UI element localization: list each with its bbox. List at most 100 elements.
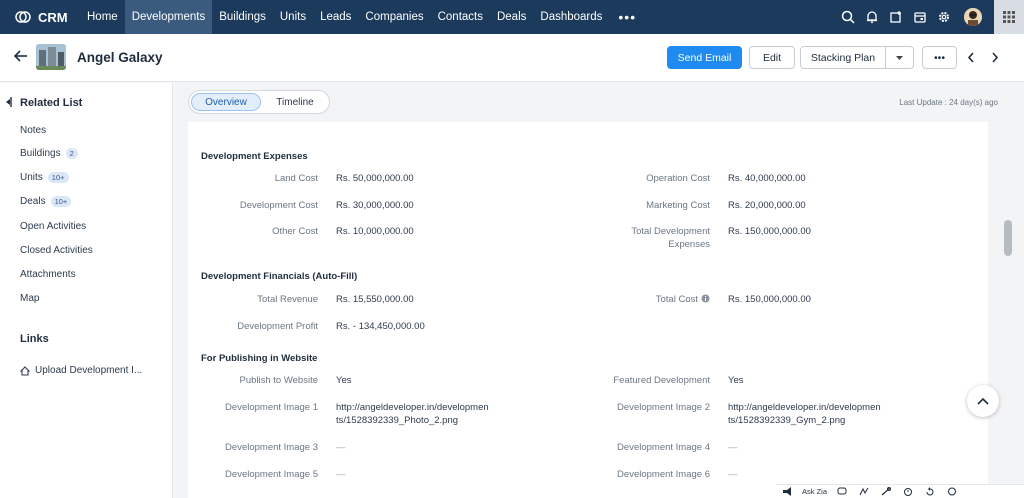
tab-overview[interactable]: Overview: [191, 93, 261, 111]
scrollbar-thumb[interactable]: [1004, 220, 1012, 256]
nav-contacts[interactable]: Contacts: [431, 0, 490, 34]
sidebar-item-deals[interactable]: Deals 10+: [20, 196, 72, 207]
avatar[interactable]: [964, 8, 982, 26]
edit-button[interactable]: Edit: [749, 46, 795, 69]
operation-cost-value[interactable]: Rs. 40,000,000.00: [728, 172, 806, 185]
field-label: Total Development: [631, 226, 710, 237]
calendar-icon[interactable]: [908, 0, 932, 34]
development-image-3-value[interactable]: —: [336, 441, 346, 454]
development-image-1-link[interactable]: ts/1528392339_Photo_2.png: [336, 414, 458, 427]
search-icon[interactable]: [836, 0, 860, 34]
marketing-cost-value[interactable]: Rs. 20,000,000.00: [728, 199, 806, 212]
count-badge: 10+: [47, 172, 69, 183]
featured-development-value[interactable]: Yes: [728, 374, 744, 387]
other-cost-value[interactable]: Rs. 10,000,000.00: [336, 225, 414, 238]
sidebar-item-map[interactable]: Map: [20, 293, 39, 304]
collapse-sidebar-icon[interactable]: [6, 97, 12, 107]
sidebar-item-notes[interactable]: Notes: [20, 125, 46, 136]
back-arrow-icon[interactable]: [14, 50, 28, 62]
tabs-strip: Overview Timeline Last Update : 24 day(s…: [174, 83, 1024, 122]
development-image-2-link[interactable]: ts/1528392339_Gym_2.png: [728, 414, 845, 427]
tools-icon[interactable]: [875, 485, 897, 498]
send-email-button[interactable]: Send Email: [667, 46, 742, 69]
view-tabs: Overview Timeline: [188, 90, 330, 114]
chat-icon[interactable]: [831, 485, 853, 498]
section-title-expenses: Development Expenses: [201, 151, 308, 162]
link-label: Upload Development I...: [35, 365, 143, 376]
clock-icon[interactable]: [941, 485, 963, 498]
field-label: Development Image 3: [225, 442, 318, 453]
gear-icon[interactable]: [932, 0, 956, 34]
sidebar-item-closed-activities[interactable]: Closed Activities: [20, 245, 93, 256]
bell-icon[interactable]: [860, 0, 884, 34]
field-label: Development Image 5: [225, 469, 318, 480]
tab-timeline[interactable]: Timeline: [263, 93, 327, 111]
signal-icon[interactable]: [853, 485, 875, 498]
publish-to-website-value[interactable]: Yes: [336, 374, 352, 387]
field-label: Development Profit: [237, 321, 318, 332]
more-actions-button[interactable]: •••: [922, 46, 957, 69]
field-label: Operation Cost: [646, 173, 710, 184]
field-label: Development Image 1: [225, 402, 318, 413]
link-upload-development[interactable]: Upload Development I...: [20, 365, 142, 376]
nav-leads[interactable]: Leads: [313, 0, 358, 34]
sidebar-item-label: Notes: [20, 125, 47, 136]
field-label: Development Image 2: [617, 402, 710, 413]
count-badge: 10+: [50, 196, 72, 207]
development-image-4-value[interactable]: —: [728, 441, 738, 454]
sidebar-item-label: Buildings: [20, 148, 61, 159]
next-record-icon[interactable]: [991, 52, 999, 63]
sidebar-item-buildings[interactable]: Buildings 2: [20, 148, 78, 159]
scroll-to-top-button[interactable]: [967, 385, 999, 417]
megaphone-icon[interactable]: [776, 485, 798, 498]
sidebar-item-attachments[interactable]: Attachments: [20, 269, 76, 280]
nav-companies[interactable]: Companies: [358, 0, 430, 34]
related-list-title: Related List: [20, 97, 83, 109]
sidebar-item-label: Open Activities: [20, 221, 87, 232]
history-icon[interactable]: [919, 485, 941, 498]
development-image-6-value[interactable]: —: [728, 468, 738, 481]
nav-more-button[interactable]: •••: [609, 9, 645, 25]
record-title: Angel Galaxy: [77, 50, 163, 65]
sidebar-item-open-activities[interactable]: Open Activities: [20, 221, 86, 232]
crm-logo-icon: [15, 11, 31, 23]
total-cost-value[interactable]: Rs. 150,000,000.00: [728, 293, 811, 306]
ask-zia-button[interactable]: Ask Zia: [798, 487, 831, 496]
sidebar-item-label: Map: [20, 293, 40, 304]
development-image-2-link[interactable]: http://angeldeveloper.in/developmen: [728, 401, 881, 414]
development-image-1-link[interactable]: http://angeldeveloper.in/developmen: [336, 401, 489, 414]
field-label: Land Cost: [274, 173, 318, 184]
crm-logo[interactable]: CRM: [0, 0, 80, 34]
content-scrollbar[interactable]: [1002, 122, 1014, 498]
development-image-5-value[interactable]: —: [336, 468, 346, 481]
top-nav: CRM Home Developments Buildings Units Le…: [0, 0, 1024, 34]
info-icon[interactable]: [701, 294, 710, 303]
sidebar-item-units[interactable]: Units 10+: [20, 172, 69, 183]
nav-developments[interactable]: Developments: [124, 0, 213, 34]
previous-record-icon[interactable]: [967, 52, 975, 63]
total-development-expenses-value[interactable]: Rs. 150,000,000.00: [728, 225, 811, 238]
field-label: Expenses: [668, 239, 710, 250]
sidebar-item-label: Units: [20, 172, 43, 183]
related-list-sidebar: Related List Notes Buildings 2 Units 10+ D…: [0, 83, 173, 498]
alarm-icon[interactable]: [897, 485, 919, 498]
field-label: Featured Development: [613, 375, 710, 386]
field-label: Development Image 4: [617, 442, 710, 453]
development-cost-value[interactable]: Rs. 30,000,000.00: [336, 199, 414, 212]
add-record-icon[interactable]: [884, 0, 908, 34]
nav-buildings[interactable]: Buildings: [212, 0, 273, 34]
stacking-plan-dropdown[interactable]: [885, 46, 914, 69]
record-details: Development Expenses Land Cost Rs. 50,00…: [188, 122, 988, 498]
nav-deals[interactable]: Deals: [490, 0, 533, 34]
stacking-plan-button[interactable]: Stacking Plan: [800, 46, 886, 69]
nav-dashboards[interactable]: Dashboards: [533, 0, 609, 34]
last-update-text: Last Update : 24 day(s) ago: [899, 98, 998, 107]
record-thumbnail: [36, 44, 66, 70]
record-header: Angel Galaxy Send Email Edit Stacking Pl…: [0, 34, 1024, 82]
nav-units[interactable]: Units: [273, 0, 313, 34]
total-revenue-value[interactable]: Rs. 15,550,000.00: [336, 293, 414, 306]
land-cost-value[interactable]: Rs. 50,000,000.00: [336, 172, 414, 185]
nav-home[interactable]: Home: [80, 0, 125, 34]
apps-grid-icon[interactable]: [994, 0, 1024, 34]
development-profit-value[interactable]: Rs. - 134,450,000.00: [336, 320, 425, 333]
